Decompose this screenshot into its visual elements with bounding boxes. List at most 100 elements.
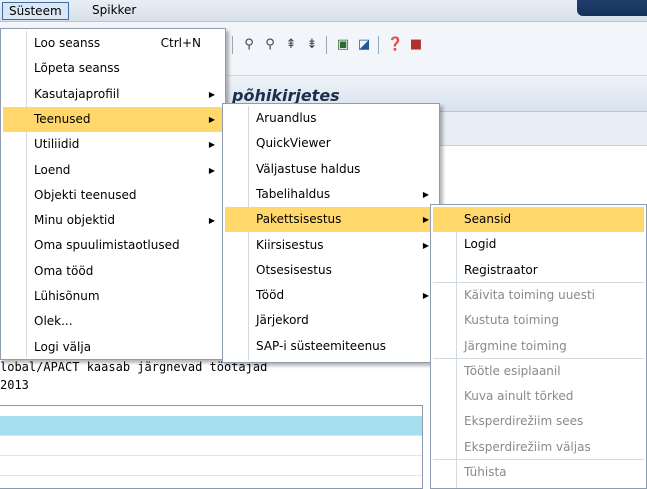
menu-item-label: Lühisõnum [34,289,100,303]
menu-item-label: Aruandlus [256,111,317,125]
menu-item-label: Otsesisestus [256,262,332,277]
batch-item-kuva-ainult-torked[interactable]: Kuva ainult tõrked [433,384,644,409]
toolbar-separator [232,36,233,54]
table-row[interactable] [0,436,422,456]
menu-item-label: Oma spuulimistaotlused [34,238,180,253]
submenu-arrow-icon: ▶ [208,89,215,99]
find-next-icon[interactable]: ⚲ [262,37,278,53]
submenu-arrow-icon: ▶ [208,216,215,226]
system-item-oma-spuulimistaotlused[interactable]: Oma spuulimistaotlused [3,233,223,258]
submenu-arrow-icon: ▶ [422,240,429,250]
menu-item-label: Utiliidid [34,137,80,152]
system-item-oma-tood[interactable]: Oma tööd [3,259,223,284]
system-item-logi-valja[interactable]: Logi välja [3,335,223,360]
last-page-icon[interactable]: ⇟ [304,37,320,53]
menu-item-label: Lõpeta seanss [34,61,120,76]
window-controls[interactable] [577,0,647,16]
toolbar-separator [378,36,379,54]
shortcut-icon[interactable]: ◪ [356,37,372,53]
menu-separator [433,357,644,359]
system-item-minu-objektid[interactable]: Minu objektid ▶ [3,208,223,233]
menu-item-label: Oma tööd [34,263,94,278]
services-item-quickviewer[interactable]: QuickViewer [225,131,437,156]
menu-item-label: Objekti teenused [34,187,137,202]
menu-item-label: QuickViewer [256,136,331,151]
batch-item-seansid[interactable]: Seansid [433,207,644,232]
batch-item-registraator[interactable]: Registraator [433,258,644,283]
batch-item-tootle-esiplaanil[interactable]: Töötle esiplaanil [433,359,644,384]
services-item-tood[interactable]: Tööd ▶ [225,283,437,308]
shortcut-label: Ctrl+N [160,36,201,50]
system-item-olek[interactable]: Olek... [3,309,223,334]
content-text-line: 2013 [0,378,29,392]
menu-item-label: Registraator [464,262,538,277]
layout-menu-icon[interactable]: ■ [408,37,424,53]
submenu-arrow-icon: ▶ [422,215,429,225]
submenu-arrow-icon: ▶ [208,140,215,150]
services-item-valjastuse-haldus[interactable]: Väljastuse haldus [225,157,437,182]
menu-item-label: Logi välja [34,339,92,354]
new-session-icon[interactable]: ▣ [335,37,351,53]
menu-item-label: SAP-i süsteemiteenus [256,338,387,353]
menu-item-label: Tööd [256,288,285,303]
system-item-objekti-teenused[interactable]: Objekti teenused [3,183,223,208]
menu-item-label: Tühista [464,465,507,479]
table-row-selected[interactable] [0,416,422,436]
batch-item-kaivita-toiming-uuesti[interactable]: Käivita toiming uuesti [433,283,644,308]
services-item-sap-i-susteemiteenus[interactable]: SAP-i süsteemiteenus [225,334,437,359]
batch-item-kustuta-toiming[interactable]: Kustuta toiming [433,308,644,333]
system-item-teenused[interactable]: Teenused ▶ [3,106,223,132]
menu-bar: Süsteem Spikker [0,0,647,22]
services-item-otsesisestus[interactable]: Otsesisestus [225,258,437,283]
services-item-kiirsisestus[interactable]: Kiirsisestus ▶ [225,233,437,258]
toolbar-separator [326,36,327,54]
find-icon[interactable]: ⚲ [241,37,257,53]
system-item-kasutajaprofiil[interactable]: Kasutajaprofiil ▶ [3,82,223,107]
menu-item-label: Loend [34,162,71,177]
system-item-utiliidid[interactable]: Utiliidid ▶ [3,132,223,157]
menu-item-label: Kuva ainult tõrked [464,389,574,404]
submenu-arrow-icon: ▶ [422,291,429,301]
table-row[interactable] [0,456,422,476]
submenu-arrow-icon: ▶ [422,189,429,199]
menu-separator [433,281,644,283]
first-page-icon[interactable]: ⇞ [283,37,299,53]
batch-item-eksperdireziim-sees[interactable]: Eksperdirežiim sees [433,409,644,434]
menu-item-label: Minu objektid [34,213,115,228]
menu-item-label: Seansid [464,212,512,226]
help-icon[interactable]: ❓ [387,37,403,53]
batch-item-jargmine-toiming[interactable]: Järgmine toiming [433,334,644,359]
menu-item-label: Teenused [34,111,91,126]
menu-item-label: Kasutajaprofiil [34,86,120,101]
menu-separator [433,459,644,460]
menu-item-label: Kiirsisestus [256,237,324,252]
menu-item-label: Eksperdirežiim väljas [464,439,591,454]
menu-spikker[interactable]: Spikker [86,2,142,20]
menu-item-label: Logid [464,237,497,252]
menu-item-label: Järjekord [256,313,309,328]
menu-item-label: Töötle esiplaanil [464,363,561,378]
services-item-jarjekord[interactable]: Järjekord [225,308,437,333]
menu-item-label: Järgmine toiming [464,338,567,353]
menu-item-label: Kustuta toiming [464,313,559,328]
batch-item-logid[interactable]: Logid [433,232,644,257]
submenu-arrow-icon: ▶ [208,165,215,175]
menu-item-label: Pakettsisestus [256,212,342,227]
batch-item-tuhista[interactable]: Tühista [433,460,644,485]
services-item-pakettsisestus[interactable]: Pakettsisestus ▶ [225,207,437,233]
system-item-luhisonum[interactable]: Lühisõnum [3,284,223,309]
menu-item-label: Käivita toiming uuesti [464,287,595,302]
menu-susteem[interactable]: Süsteem [2,2,69,20]
services-item-aruandlus[interactable]: Aruandlus [225,106,437,131]
menu-item-label: Eksperdirežiim sees [464,414,584,429]
services-menu: Aruandlus QuickViewer Väljastuse haldus Tab… [222,103,440,363]
batch-item-eksperdireziim-valjas[interactable]: Eksperdirežiim väljas [433,435,644,460]
system-menu: Loo seanss Ctrl+N Lõpeta seanss Kasutajapro… [0,28,226,360]
menu-item-label: Olek... [34,314,73,329]
batch-input-menu: Seansid Logid Registraator Käivita toiming … [430,204,647,489]
system-item-lopeta-seanss[interactable]: Lõpeta seanss [3,56,223,81]
system-item-loend[interactable]: Loend ▶ [3,158,223,183]
services-item-tabelihaldus[interactable]: Tabelihaldus ▶ [225,182,437,207]
submenu-arrow-icon: ▶ [208,114,215,124]
system-item-loo-seanss[interactable]: Loo seanss Ctrl+N [3,31,223,56]
